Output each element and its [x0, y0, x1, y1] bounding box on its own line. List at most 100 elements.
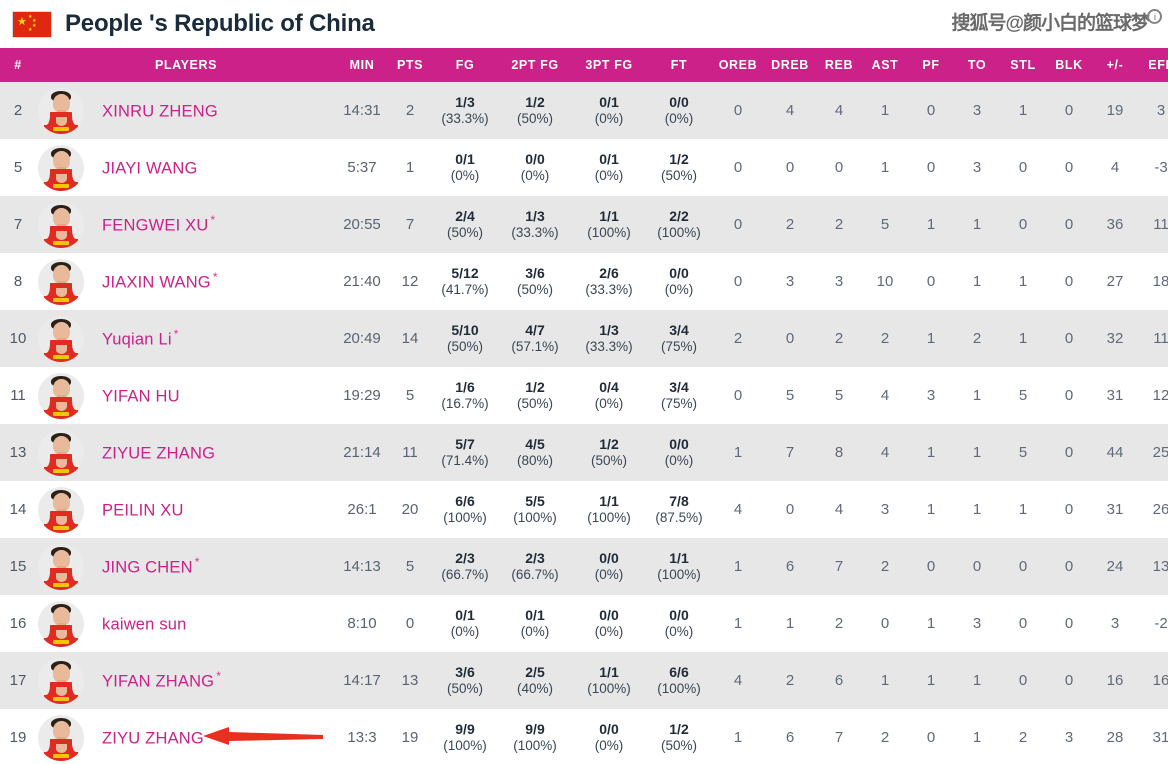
stat-fg-made: 2/3	[455, 550, 475, 567]
player-cell[interactable]: Yuqian Li *	[36, 310, 336, 367]
table-row[interactable]: 17 YIFAN ZHANG * 14:17 13 3/6 (50%) 2/5 (4	[0, 652, 1168, 709]
player-cell[interactable]: ZIYUE ZHANG	[36, 424, 336, 481]
stat-blk: 0	[1064, 216, 1074, 233]
column-header-players[interactable]: PLAYERS	[36, 48, 336, 82]
table-row[interactable]: 19 ZIYU ZHANG 13:3 19 9/9 (100%) 9/9 (100	[0, 709, 1168, 764]
stat-fg: 5/10 (50%)	[432, 310, 498, 367]
stat-3pt-fg-pct: (33.3%)	[585, 338, 633, 354]
stat-reb: 7	[834, 729, 844, 746]
column-header-3pt-fg[interactable]: 3PT FG	[572, 48, 646, 82]
column-header-min[interactable]: MIN	[336, 48, 388, 82]
player-number: 16	[9, 615, 27, 632]
avatar	[38, 315, 84, 362]
stat-to: 3	[972, 102, 982, 119]
player-name[interactable]: ZIYUE ZHANG	[102, 441, 217, 464]
player-name[interactable]: PEILIN XU	[102, 498, 186, 521]
table-row[interactable]: 7 FENGWEI XU * 20:55 7 2/4 (50%) 1/3 (33.3	[0, 196, 1168, 253]
table-row[interactable]: 13 ZIYUE ZHANG 21:14 11 5/7 (71.4%) 4/5 (	[0, 424, 1168, 481]
table-row[interactable]: 10 Yuqian Li * 20:49 14 5/10 (50%) 4/7 (57	[0, 310, 1168, 367]
player-cell[interactable]: JIAXIN WANG *	[36, 253, 336, 310]
stat-fg-made: 1/3	[455, 94, 475, 111]
stat-plus-minus: 44	[1106, 444, 1124, 461]
stat-fg-pct: (50%)	[446, 224, 483, 240]
column-header-blk[interactable]: BLK	[1046, 48, 1092, 82]
player-cell[interactable]: YIFAN ZHANG *	[36, 652, 336, 709]
stat-ft-made: 0/0	[669, 265, 689, 282]
player-name[interactable]: Yuqian Li *	[102, 327, 179, 350]
column-header-ast[interactable]: AST	[862, 48, 908, 82]
stat-fg-pct: (50%)	[446, 680, 483, 696]
stat-min: 14:31	[343, 102, 381, 119]
player-cell[interactable]: PEILIN XU	[36, 481, 336, 538]
table-header-row: # PLAYERS MIN PTS FG 2PT FG 3PT FG FT OR…	[0, 48, 1168, 82]
player-name-text: JIAYI WANG	[102, 159, 198, 178]
player-name[interactable]: JIAYI WANG	[102, 156, 200, 179]
stat-3pt-fg-made: 1/1	[599, 664, 619, 681]
player-cell[interactable]: kaiwen sun	[36, 595, 336, 652]
player-cell[interactable]: FENGWEI XU *	[36, 196, 336, 253]
stat-3pt-fg-made: 1/3	[599, 322, 619, 339]
table-row[interactable]: 16 kaiwen sun 8:10 0 0/1 (0%) 0/1 (0%) 0…	[0, 595, 1168, 652]
player-name[interactable]: YIFAN HU	[102, 384, 182, 407]
stat-oreb: 1	[733, 615, 743, 632]
player-cell[interactable]: XINRU ZHENG	[36, 82, 336, 139]
column-header-dreb[interactable]: DREB	[764, 48, 816, 82]
stat-2pt-fg: 9/9 (100%)	[498, 709, 572, 764]
stat-fg: 2/4 (50%)	[432, 196, 498, 253]
player-name[interactable]: kaiwen sun	[102, 612, 189, 635]
player-name[interactable]: JING CHEN *	[102, 555, 200, 578]
stat-ast: 2	[880, 558, 890, 575]
stat-fg: 5/7 (71.4%)	[432, 424, 498, 481]
table-row[interactable]: 8 JIAXIN WANG * 21:40 12 5/12 (41.7%) 3/6	[0, 253, 1168, 310]
player-name[interactable]: ZIYU ZHANG	[102, 726, 206, 749]
stat-ast: 1	[880, 159, 890, 176]
column-header-reb[interactable]: REB	[816, 48, 862, 82]
column-header-plus-minus[interactable]: +/-	[1092, 48, 1138, 82]
column-header-pf[interactable]: PF	[908, 48, 954, 82]
stat-fg: 3/6 (50%)	[432, 652, 498, 709]
stat-3pt-fg-made: 0/0	[599, 721, 619, 738]
table-row[interactable]: 2 XINRU ZHENG 14:31 2 1/3 (33.3%) 1/2 (50	[0, 82, 1168, 139]
avatar	[38, 372, 84, 419]
column-header-fg[interactable]: FG	[432, 48, 498, 82]
stat-ft-made: 0/0	[669, 94, 689, 111]
stat-fg-made: 0/1	[455, 151, 475, 168]
stat-2pt-fg-made: 0/1	[525, 607, 545, 624]
stat-reb: 6	[834, 672, 844, 689]
stat-3pt-fg: 0/0 (0%)	[572, 538, 646, 595]
player-number: 2	[13, 102, 23, 119]
stat-to: 0	[972, 558, 982, 575]
column-header-pts[interactable]: PTS	[388, 48, 432, 82]
player-cell[interactable]: JING CHEN *	[36, 538, 336, 595]
column-header-number[interactable]: #	[0, 48, 36, 82]
player-number: 13	[9, 444, 27, 461]
player-name[interactable]: JIAXIN WANG *	[102, 270, 218, 293]
stat-fg-made: 2/4	[455, 208, 475, 225]
table-row[interactable]: 14 PEILIN XU 26:1 20 6/6 (100%) 5/5 (100%	[0, 481, 1168, 538]
table-row[interactable]: 5 JIAYI WANG 5:37 1 0/1 (0%) 0/0 (0%) 0/…	[0, 139, 1168, 196]
column-header-oreb[interactable]: OREB	[712, 48, 764, 82]
stat-fg-made: 6/6	[455, 493, 475, 510]
player-cell[interactable]: JIAYI WANG	[36, 139, 336, 196]
column-header-ft[interactable]: FT	[646, 48, 712, 82]
player-name[interactable]: YIFAN ZHANG *	[102, 669, 221, 692]
avatar	[38, 87, 84, 134]
stat-dreb: 2	[785, 216, 795, 233]
player-name[interactable]: FENGWEI XU *	[102, 213, 215, 236]
player-cell[interactable]: YIFAN HU	[36, 367, 336, 424]
column-header-eff[interactable]: EFF	[1138, 48, 1168, 82]
column-header-to[interactable]: TO	[954, 48, 1000, 82]
stat-stl: 5	[1018, 387, 1028, 404]
table-row[interactable]: 15 JING CHEN * 14:13 5 2/3 (66.7%) 2/3 (66	[0, 538, 1168, 595]
stat-2pt-fg-made: 2/3	[525, 550, 545, 567]
player-name[interactable]: XINRU ZHENG	[102, 99, 220, 122]
stat-ft: 0/0 (0%)	[646, 253, 712, 310]
stat-3pt-fg-pct: (100%)	[587, 224, 631, 240]
column-header-stl[interactable]: STL	[1000, 48, 1046, 82]
stat-dreb: 4	[785, 102, 795, 119]
column-header-2pt-fg[interactable]: 2PT FG	[498, 48, 572, 82]
table-row[interactable]: 11 YIFAN HU 19:29 5 1/6 (16.7%) 1/2 (50%)	[0, 367, 1168, 424]
stat-reb: 2	[834, 615, 844, 632]
player-cell[interactable]: ZIYU ZHANG	[36, 709, 336, 764]
stat-reb: 0	[834, 159, 844, 176]
